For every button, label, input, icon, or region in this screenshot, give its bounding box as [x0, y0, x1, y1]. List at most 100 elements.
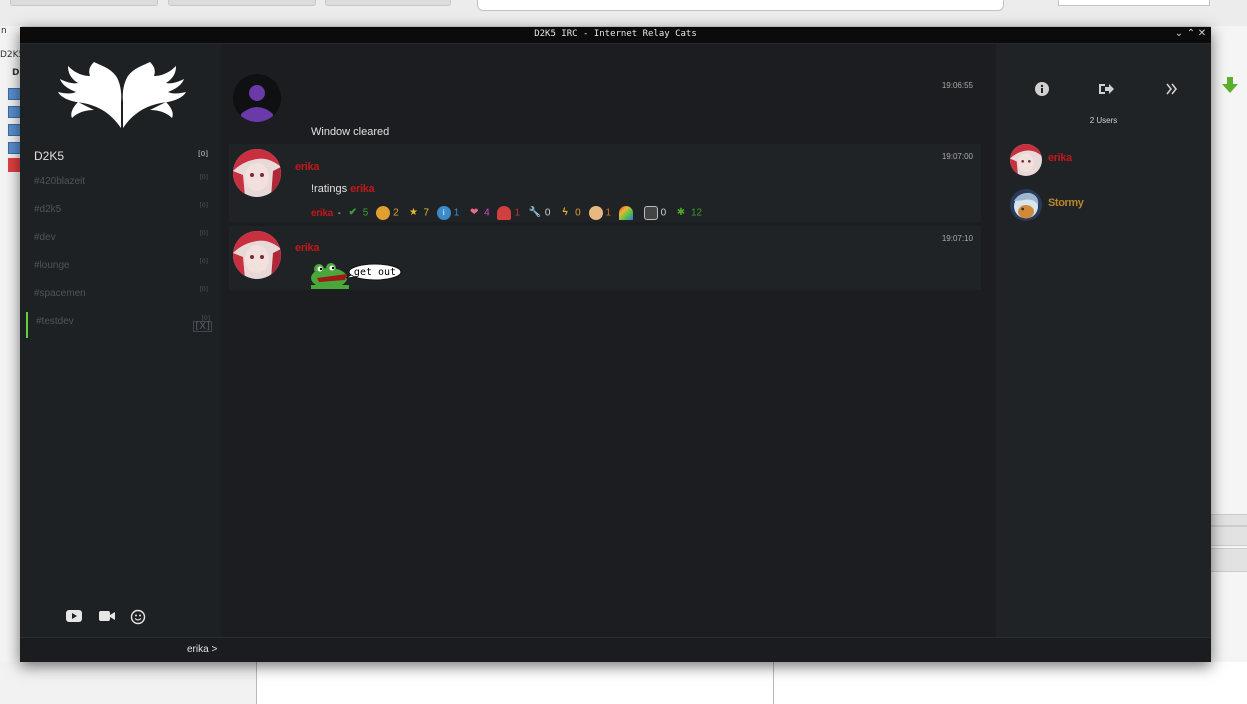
rating-item: ❤ 4 — [467, 206, 490, 220]
channel-name: #420blazeit — [34, 176, 86, 187]
ratings-separator: - — [337, 207, 341, 219]
message-text: Window cleared — [311, 126, 390, 138]
mention-nick[interactable]: erika — [350, 183, 375, 195]
irc-window: D2K5 IRC - Internet Relay Cats ⌄ ⌃ ✕ D2K… — [20, 27, 1211, 662]
person-icon — [497, 206, 512, 220]
chat-message: 19:06:55 Window cleared — [229, 64, 981, 140]
channel-item[interactable]: #420blazeit [0] — [26, 172, 215, 196]
message-input[interactable] — [220, 641, 1184, 661]
info-icon: i — [436, 206, 451, 220]
channel-name: #lounge — [34, 260, 70, 271]
rating-value: 7 — [423, 207, 430, 219]
channel-unread-count: [0] — [199, 230, 209, 237]
rainbow-icon — [618, 206, 633, 220]
channel-unread-count: [0] — [199, 286, 209, 293]
sign-out-icon[interactable] — [1098, 82, 1114, 99]
message-timestamp: 19:07:10 — [941, 234, 973, 243]
channel-item[interactable]: #dev [0] — [26, 228, 215, 252]
wrench-icon: 🔧 — [528, 207, 542, 218]
user-avatar — [1010, 144, 1042, 176]
rating-value: 1 — [514, 207, 521, 219]
chat-area: 19:06:55 Window cleared 19:07:00 erika !… — [221, 44, 996, 637]
background-tree-panel: n D2K5 D — [0, 26, 24, 704]
message-nick[interactable]: erika — [295, 161, 320, 173]
background-label: D — [12, 68, 20, 78]
pacman-icon — [376, 206, 391, 220]
rating-value: 1 — [605, 207, 612, 219]
rating-value: 1 — [453, 207, 460, 219]
channel-name: #dev — [34, 232, 56, 243]
background-strip — [1211, 514, 1247, 526]
channel-item[interactable]: #spacemen [0] — [26, 284, 215, 308]
background-side-panel — [1211, 26, 1247, 662]
background-pane — [256, 662, 774, 704]
background-strip — [1211, 548, 1247, 572]
user-avatar — [1010, 189, 1042, 221]
rating-item — [618, 206, 636, 220]
user-avatar[interactable] — [233, 149, 281, 197]
rating-item: ✱ 12 — [674, 206, 702, 220]
channel-name: #d2k5 — [34, 204, 62, 215]
background-field — [168, 0, 316, 6]
channel-item[interactable]: #d2k5 [0] — [26, 200, 215, 224]
user-list-panel: 2 Users erika Stormy — [996, 44, 1211, 637]
ratings-nick: erika — [311, 207, 333, 219]
channel-unread-count: [0] — [199, 258, 209, 265]
close-channel-button[interactable]: [X] — [193, 321, 212, 332]
video-camera-icon[interactable] — [98, 609, 116, 625]
background-search-bar — [1058, 0, 1210, 6]
minimize-button[interactable]: ⌄ — [1174, 28, 1184, 39]
rating-item: 1 — [588, 206, 612, 220]
rating-value: 0 — [544, 207, 551, 219]
rating-value: 4 — [484, 207, 490, 219]
input-bar: erika > — [20, 637, 1211, 662]
rating-item: i1 — [436, 206, 460, 220]
rating-item: 0 — [643, 206, 667, 220]
users-count: 2 Users — [1089, 116, 1118, 125]
close-button[interactable]: ✕ — [1197, 28, 1207, 39]
rating-value: 0 — [575, 207, 581, 219]
message-text: !ratings erika — [311, 183, 375, 195]
server-name[interactable]: D2K5 — [34, 149, 64, 163]
default-avatar-icon — [233, 74, 281, 122]
frog-sticker: get out — [311, 263, 403, 292]
pepe-frog-icon: get out — [311, 263, 402, 289]
background-label: n — [1, 26, 7, 36]
smiley-icon[interactable] — [130, 609, 148, 625]
rating-item: 1 — [497, 206, 520, 220]
ratings-line: erika - ✔ 5 2 ★ 7 i1 ❤ 4 1 🔧 0 ϟ0 1 0 ✱ 12 — [311, 206, 707, 220]
message-timestamp: 19:06:55 — [941, 81, 973, 90]
palette-icon — [588, 206, 603, 220]
background-toolbar — [0, 0, 1247, 27]
rating-value: 2 — [393, 207, 399, 219]
user-list-background — [996, 44, 1211, 637]
message-nick[interactable]: erika — [295, 242, 320, 254]
user-avatar[interactable] — [233, 231, 281, 279]
wings-logo-icon — [58, 62, 186, 128]
server-unread-count: [0] — [198, 150, 208, 158]
rating-item: ★ 7 — [406, 206, 429, 220]
background-strip — [1211, 526, 1247, 546]
chat-message: 19:07:10 erika get out — [229, 226, 981, 290]
picture-icon — [643, 206, 658, 220]
chat-message: 19:07:00 erika !ratings erika erika - ✔ 5… — [229, 144, 981, 222]
rating-value: 12 — [690, 207, 703, 219]
channel-unread-count: [0] — [199, 174, 209, 181]
info-icon[interactable] — [1035, 82, 1049, 99]
star-icon: ★ — [408, 207, 418, 218]
rating-item: ✔ 5 — [346, 206, 369, 220]
maximize-button[interactable]: ⌃ — [1186, 28, 1196, 39]
channel-item[interactable]: #lounge [0] — [26, 256, 215, 280]
window-title: D2K5 IRC - Internet Relay Cats — [534, 29, 697, 39]
sidebar-tools — [65, 609, 159, 625]
background-field — [325, 0, 451, 6]
download-arrow-icon — [1222, 77, 1238, 93]
message-command: !ratings — [311, 183, 348, 195]
rating-value: 0 — [660, 207, 667, 219]
youtube-icon[interactable] — [65, 609, 83, 625]
channel-name: #spacemen — [34, 288, 86, 299]
collapse-chevron-icon[interactable] — [1166, 82, 1178, 99]
channel-item-active[interactable]: #testdev [0] [X] — [26, 312, 217, 338]
leaf-icon: ✱ — [676, 207, 686, 218]
rating-item: ϟ0 — [558, 206, 581, 220]
